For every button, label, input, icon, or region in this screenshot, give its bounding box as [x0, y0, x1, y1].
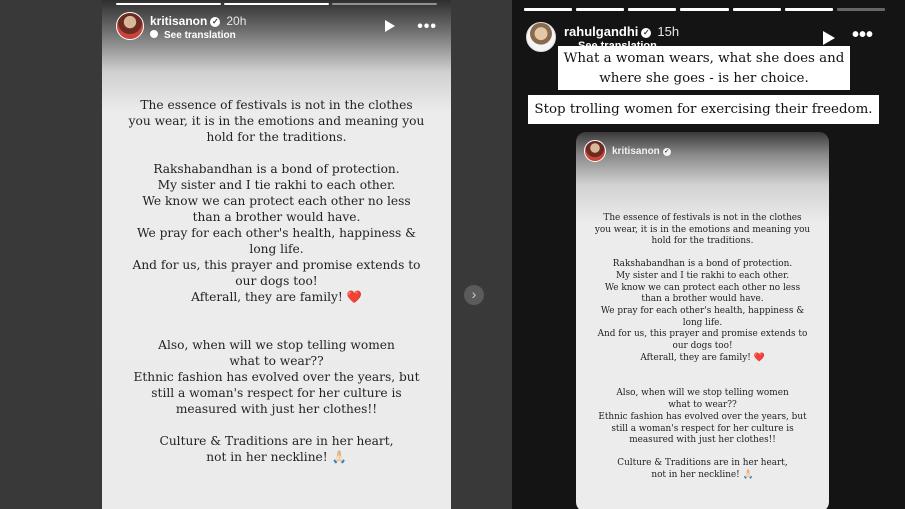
- text-line: you wear, it is in the emotions and mean…: [594, 224, 811, 235]
- avatar[interactable]: [116, 12, 144, 40]
- text-line: not in her neckline! 🙏🏻: [206, 450, 347, 464]
- text-line: Ethnic fashion has evolved over the year…: [133, 370, 420, 384]
- translate-icon: [150, 30, 158, 38]
- timestamp: 15h: [657, 24, 680, 39]
- text-line: Rakshabandhan is a bond of protection.: [612, 259, 793, 270]
- avatar[interactable]: [526, 22, 556, 52]
- shared-story-card[interactable]: kritisanon ✓ The essence of festivals is …: [576, 132, 829, 509]
- play-icon[interactable]: [823, 31, 835, 45]
- text-line: still a woman's respect for her culture …: [611, 423, 794, 434]
- text-line: long life.: [682, 317, 723, 328]
- story-rahulgandhi[interactable]: rahulgandhi✓15h See translation ••• What…: [512, 0, 905, 509]
- text-line: The essence of festivals is not in the c…: [603, 213, 802, 223]
- progress-segment: [576, 8, 625, 11]
- text-line: still a woman's respect for her culture …: [151, 386, 402, 400]
- text-line: our dogs too!: [672, 341, 733, 352]
- progress-segment: [332, 3, 437, 5]
- more-options-icon[interactable]: •••: [852, 24, 873, 47]
- text-line: long life.: [249, 242, 304, 256]
- text-line: not in her neckline! 🙏🏻: [651, 469, 754, 480]
- text-line: hold for the traditions.: [206, 130, 347, 144]
- progress-segment: [784, 8, 833, 11]
- text-line: what to wear??: [229, 354, 324, 368]
- text-line: than a brother would have.: [641, 294, 764, 305]
- text-line: The essence of festivals is not in the c…: [140, 98, 413, 112]
- text-line: Afterall, they are family! ❤️: [640, 352, 765, 363]
- see-translation-link[interactable]: See translation: [150, 30, 236, 41]
- paragraph: Culture & Traditions are in her heart, n…: [102, 433, 451, 465]
- chevron-right-icon: ›: [471, 286, 477, 302]
- story-header: kritisanon ✓ 20h See translation •••: [116, 12, 441, 44]
- paragraph: Rakshabandhan is a bond of protection. M…: [576, 259, 829, 364]
- avatar: [584, 140, 606, 162]
- text-line: We pray for each other's health, happine…: [136, 226, 417, 240]
- paragraph: Culture & Traditions are in her heart, n…: [576, 458, 829, 481]
- story-caption: Stop trolling women for exercising their…: [528, 95, 879, 124]
- text-line: hold for the traditions.: [651, 236, 754, 247]
- text-line: Also, when will we stop telling women: [616, 388, 789, 399]
- text-line: you wear, it is in the emotions and mean…: [128, 114, 425, 128]
- progress-segment: [524, 8, 573, 11]
- verified-badge-icon: ✓: [662, 148, 671, 156]
- text-line: Culture & Traditions are in her heart,: [617, 457, 788, 468]
- paragraph: Rakshabandhan is a bond of protection. M…: [102, 161, 451, 305]
- paragraph: The essence of festivals is not in the c…: [102, 97, 451, 145]
- username[interactable]: kritisanon ✓ 20h: [150, 14, 246, 28]
- story-viewer: kritisanon ✓ 20h See translation ••• The e…: [0, 0, 905, 509]
- progress-segment: [628, 8, 677, 11]
- shared-story-text: The essence of festivals is not in the c…: [576, 213, 829, 492]
- username[interactable]: rahulgandhi ✓ 15h: [564, 24, 679, 39]
- username-label[interactable]: rahulgandhi: [564, 24, 638, 39]
- play-icon[interactable]: [385, 20, 395, 32]
- paragraph: Also, when will we stop telling women wh…: [102, 337, 451, 417]
- text-line: than a brother would have.: [192, 210, 361, 224]
- text-line: measured with just her clothes!!: [175, 402, 378, 416]
- username-label[interactable]: kritisanon: [150, 14, 207, 28]
- text-line: Culture & Traditions are in her heart,: [159, 434, 394, 448]
- text-line: And for us, this prayer and promise exte…: [597, 329, 808, 340]
- shared-username[interactable]: kritisanon ✓: [612, 146, 671, 157]
- see-translation-label: See translation: [164, 30, 236, 41]
- text-line: Also, when will we stop telling women: [158, 338, 395, 352]
- verified-badge-icon: ✓: [210, 17, 221, 27]
- paragraph: The essence of festivals is not in the c…: [576, 213, 829, 248]
- story-progress-bar: [524, 8, 885, 11]
- progress-segment: [224, 3, 329, 5]
- text-line: My sister and I tie rakhi to each other.: [157, 178, 396, 192]
- text-line: measured with just her clothes!!: [629, 435, 776, 446]
- text-line: We know we can protect each other no les…: [604, 282, 801, 293]
- story-kritisanon[interactable]: kritisanon ✓ 20h See translation ••• The e…: [102, 0, 451, 509]
- text-line: what to wear??: [668, 400, 737, 411]
- text-line: Afterall, they are family! ❤️: [191, 290, 362, 304]
- username-label: kritisanon: [612, 146, 660, 157]
- text-line: We pray for each other's health, happine…: [600, 305, 805, 316]
- story-caption: What a woman wears, what she does and wh…: [558, 46, 850, 90]
- more-options-icon[interactable]: •••: [417, 18, 437, 36]
- text-line: Ethnic fashion has evolved over the year…: [598, 411, 807, 422]
- timestamp: 20h: [226, 14, 247, 28]
- paragraph: Also, when will we stop telling women wh…: [576, 388, 829, 447]
- text-line: our dogs too!: [235, 274, 318, 288]
- progress-segment: [732, 8, 781, 11]
- text-line: We know we can protect each other no les…: [142, 194, 411, 208]
- story-progress-bar: [116, 3, 437, 5]
- text-line: And for us, this prayer and promise exte…: [132, 258, 421, 272]
- progress-segment: [836, 8, 885, 11]
- progress-segment: [116, 3, 221, 5]
- verified-badge-icon: ✓: [641, 28, 652, 38]
- progress-segment: [680, 8, 729, 11]
- story-text: The essence of festivals is not in the c…: [102, 97, 451, 481]
- next-story-button[interactable]: ›: [464, 285, 484, 305]
- text-line: Rakshabandhan is a bond of protection.: [153, 162, 400, 176]
- text-line: My sister and I tie rakhi to each other.: [615, 270, 790, 281]
